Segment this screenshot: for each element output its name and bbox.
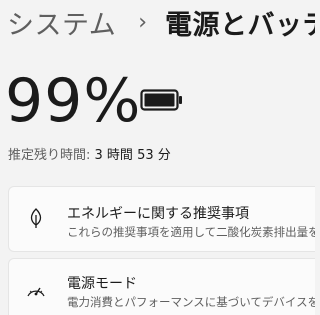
power-mode-card[interactable]: 電源モード 電力消費とパフォーマンスに基づいてデバイスを最適化 (8, 258, 315, 315)
power-mode-title: 電源モード (67, 276, 137, 292)
leaf-icon (30, 208, 42, 228)
estimated-time-label: 推定残り時間: (8, 148, 91, 163)
breadcrumb-parent-system[interactable]: システム (7, 3, 116, 42)
breadcrumb-separator: › (138, 9, 148, 35)
page-title: 電源とバッテリー (165, 9, 315, 41)
power-mode-subtitle: 電力消費とパフォーマンスに基づいてデバイスを最適化 (67, 295, 315, 309)
estimated-time-remaining: 推定残り時間: 3 時間 53 分 (8, 144, 171, 163)
settings-page: システム › 電源とバッテリー 99% 推定残り時間: 3 時間 53 分 エネ… (0, 0, 315, 315)
battery-icon (140, 89, 182, 111)
energy-recommendations-card[interactable]: エネルギーに関する推奨事項 これらの推奨事項を適用して二酸化炭素排出量を削減 (8, 186, 315, 252)
battery-percentage: 99% (5, 66, 142, 136)
power-mode-icon (27, 287, 45, 297)
breadcrumb: システム › 電源とバッテリー (7, 2, 315, 42)
energy-recommendations-title: エネルギーに関する推奨事項 (67, 206, 249, 222)
energy-recommendations-subtitle: これらの推奨事項を適用して二酸化炭素排出量を削減 (67, 225, 315, 239)
estimated-time-value: 3 時間 53 分 (94, 148, 171, 163)
